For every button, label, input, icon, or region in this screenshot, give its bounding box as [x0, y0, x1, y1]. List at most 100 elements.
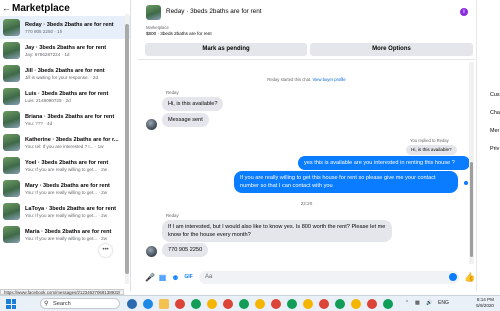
conversation-name: Briana · 3beds 2baths are for rent	[25, 113, 115, 120]
conversation-preview: You: If you are really willing to get...…	[25, 166, 108, 172]
conversation-item[interactable]: Katherine · 3beds 2baths are for r... You…	[0, 131, 130, 154]
listing-thumbnail	[3, 42, 20, 59]
outgoing-message: yes this is available are you interested…	[298, 156, 470, 170]
network-icon[interactable]: ▩	[415, 300, 420, 306]
message-composer: 🎤 ▦ ☻ GIF Aa 👍	[138, 266, 475, 291]
chrome-icon[interactable]	[223, 299, 233, 309]
windows-start-icon[interactable]	[6, 299, 16, 309]
incoming-message: Hi, is this available?	[162, 97, 224, 111]
chrome-icon[interactable]	[383, 299, 393, 309]
chrome-icon[interactable]	[239, 299, 249, 309]
chat-header: Reday · 3beds 2baths are for rent i Mark…	[138, 0, 475, 60]
chat-scrollbar-thumb[interactable]	[470, 162, 473, 257]
chrome-icon[interactable]	[319, 299, 329, 309]
outgoing-message: If you are really willing to get this ho…	[234, 171, 458, 193]
search-icon: ⚲	[44, 301, 49, 307]
chrome-icon[interactable]	[207, 299, 217, 309]
chrome-icon[interactable]	[175, 299, 185, 309]
chrome-icon[interactable]	[303, 299, 313, 309]
avatar	[146, 246, 157, 257]
conversation-name: Katherine · 3beds 2baths are for r...	[25, 136, 119, 143]
sidebar-title: Marketplace	[12, 2, 70, 14]
chrome-icon[interactable]	[271, 299, 281, 309]
tray-chevron-icon[interactable]: ⌃	[405, 300, 409, 306]
file-explorer-icon[interactable]	[159, 299, 169, 309]
avatar	[146, 119, 157, 130]
conversation-name: Maria · 3beds 2baths are for rent	[25, 228, 112, 235]
task-view-icon[interactable]	[127, 299, 137, 309]
message-input[interactable]: Aa	[199, 271, 459, 284]
conversation-name: Luis · 3beds 2baths are for rent	[25, 90, 109, 97]
conversation-preview: You: If you are really willing to get...…	[25, 212, 108, 218]
conversation-preview: You: tel: If you are interested ? I... ·…	[25, 143, 104, 149]
conversation-item[interactable]: Reday · 3beds 2baths are for rent 770 905…	[0, 16, 130, 39]
sidebar-scrollbar-thumb[interactable]	[125, 24, 129, 274]
conversation-preview: 770 905 2250 · 1h	[25, 28, 63, 34]
quoted-message: Hi, is this available?	[406, 145, 457, 155]
mark-as-pending-button[interactable]: Mark as pending	[145, 43, 307, 56]
conversation-preview: Jill is waiting for your response. · 2d	[25, 74, 99, 80]
sticker-icon[interactable]: ☻	[171, 273, 180, 282]
listing-thumbnail	[3, 157, 20, 174]
info-icon[interactable]: i	[460, 8, 468, 16]
conversation-item[interactable]: Yoel · 3beds 2baths are for rent You: If …	[0, 154, 130, 177]
right-info-panel: Cus Cha Mer Priv	[476, 0, 500, 291]
conversation-item[interactable]: Luis · 3beds 2baths are for rent Luis: 21…	[0, 85, 130, 108]
chrome-icon[interactable]	[191, 299, 201, 309]
listing-thumbnail	[3, 65, 20, 82]
keyboard-language[interactable]: ENG	[438, 300, 449, 306]
more-options-button[interactable]: More Options	[310, 43, 473, 56]
emoji-icon[interactable]	[449, 273, 457, 281]
chrome-icon[interactable]	[367, 299, 377, 309]
conversation-item[interactable]: Jill · 3beds 2baths are for rent Jill is …	[0, 62, 130, 85]
conversation-preview: You: If you are really willing to get...…	[25, 235, 108, 241]
conversation-preview: You: ??? · 4d	[25, 120, 53, 126]
listing-thumbnail	[3, 226, 20, 243]
panel-item[interactable]: Cus	[490, 92, 500, 98]
listing-detail: $800 · 3beds 2baths are for rent	[146, 31, 212, 36]
chat-title: Reday · 3beds 2baths are for rent	[166, 8, 262, 15]
conversation-item[interactable]: Briana · 3beds 2baths are for rent You: ?…	[0, 108, 130, 131]
panel-item[interactable]: Priv	[490, 146, 499, 152]
back-arrow-icon[interactable]: ←	[2, 3, 12, 13]
incoming-message: Message sent	[162, 113, 209, 127]
incoming-message: If I am interested, but I would also lik…	[162, 220, 392, 242]
message-timestamp: 22:20	[300, 201, 313, 206]
conversation-name: LaToya · 3beds 2baths are for rent	[25, 205, 116, 212]
listing-thumbnail	[3, 203, 20, 220]
taskbar-search[interactable]: ⚲ Search	[40, 298, 120, 309]
conversation-preview: You: If you are really willing to get...…	[25, 189, 108, 195]
chrome-icon[interactable]	[351, 299, 361, 309]
panel-item[interactable]: Mer	[490, 128, 499, 134]
chat-started-notice: Reday started this chat. View buyer prof…	[267, 77, 346, 82]
listing-thumbnail	[146, 5, 161, 20]
listing-thumbnail	[3, 19, 20, 36]
volume-icon[interactable]: 🔊	[426, 300, 432, 306]
conversation-item[interactable]: Maria · 3beds 2baths are for rent You: If…	[0, 223, 130, 246]
conversation-preview: Luis: 2148090729 · 2d	[25, 97, 71, 103]
sender-name: Reday	[166, 213, 179, 218]
edge-icon[interactable]	[143, 299, 153, 309]
chrome-icon[interactable]	[335, 299, 345, 309]
chrome-icon[interactable]	[287, 299, 297, 309]
conversation-name: Yoel · 3beds 2baths are for rent	[25, 159, 109, 166]
reply-notice: You replied to Reday	[410, 138, 449, 143]
conversation-item[interactable]: Jay · 3beds 2baths are for rent Jay: 6786…	[0, 39, 130, 62]
image-icon[interactable]: ▦	[158, 273, 167, 282]
thumbs-up-icon[interactable]: 👍	[464, 272, 475, 283]
sidebar-scrollbar[interactable]	[125, 14, 129, 284]
conversation-item[interactable]: LaToya · 3beds 2baths are for rent You: I…	[0, 200, 130, 223]
microphone-icon[interactable]: 🎤	[145, 273, 155, 282]
chrome-icon[interactable]	[255, 299, 265, 309]
chat-scrollbar[interactable]	[469, 62, 474, 264]
more-actions-icon[interactable]: •••	[99, 244, 112, 257]
gif-icon[interactable]: GIF	[184, 273, 193, 282]
system-clock[interactable]: 8:14 PM 5/9/2020	[468, 297, 494, 309]
view-buyer-profile-link[interactable]: View buyer profile	[312, 77, 345, 82]
conversation-item[interactable]: Mary · 3beds 2baths are for rent You: If …	[0, 177, 130, 200]
listing-thumbnail	[3, 88, 20, 105]
panel-item[interactable]: Cha	[490, 110, 500, 116]
sender-name: Reday	[166, 90, 179, 95]
conversation-name: Jay · 3beds 2baths are for rent	[25, 44, 107, 51]
conversation-name: Mary · 3beds 2baths are for rent	[25, 182, 110, 189]
